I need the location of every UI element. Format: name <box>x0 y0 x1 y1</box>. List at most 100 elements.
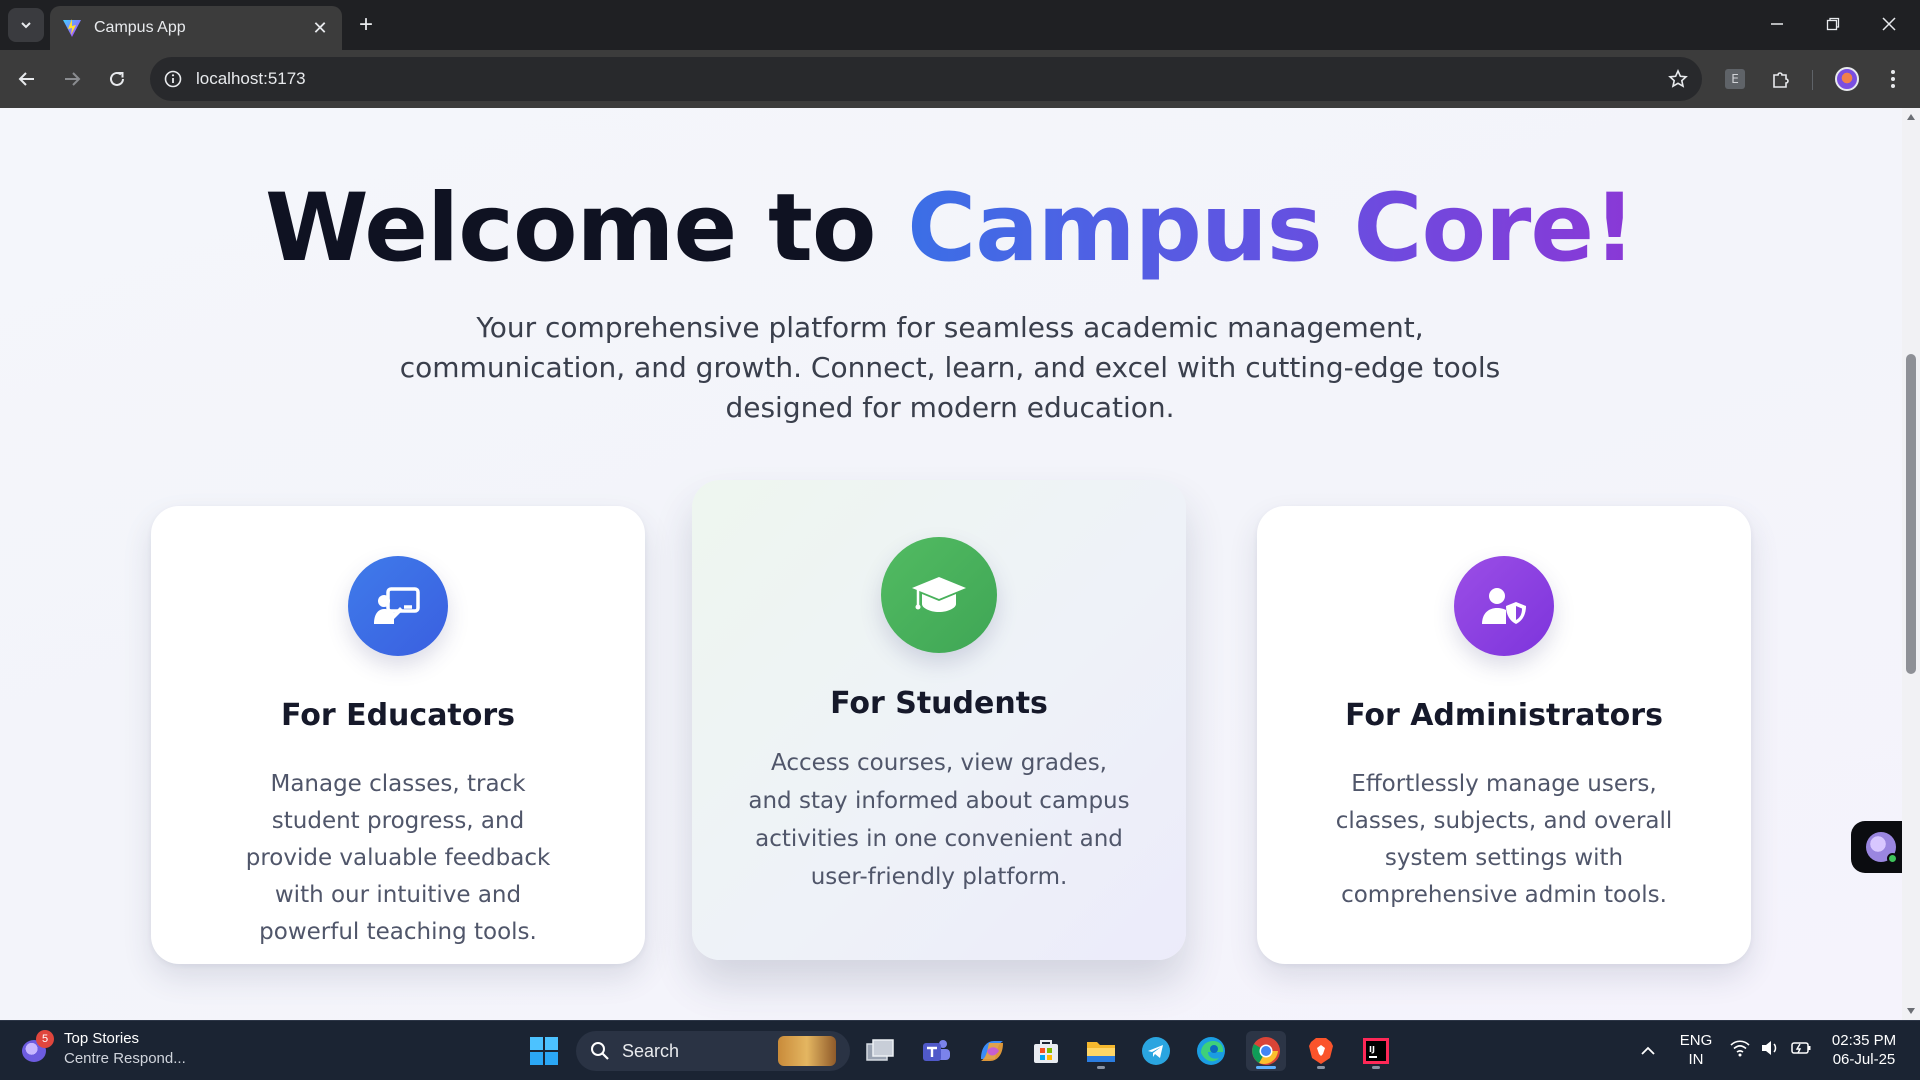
card-title: For Educators <box>280 698 516 733</box>
chrome-icon <box>1252 1037 1280 1065</box>
card-description: Access courses, view grades, and stay in… <box>748 750 1130 890</box>
vite-logo-icon <box>63 19 81 37</box>
administrators-card[interactable]: For Administrators Effortlessly manage u… <box>1257 506 1751 964</box>
card-title: For Administrators <box>1345 698 1663 733</box>
teams-button[interactable] <box>916 1031 956 1071</box>
telegram-button[interactable] <box>1136 1031 1176 1071</box>
restore-button[interactable] <box>1810 8 1856 40</box>
edge-icon <box>1197 1037 1225 1065</box>
news-text: Top Stories Centre Respond... <box>64 1029 186 1069</box>
arrow-right-icon <box>65 72 81 86</box>
svg-text:IJ: IJ <box>1369 1045 1375 1054</box>
start-button[interactable] <box>524 1031 564 1071</box>
address-bar[interactable]: localhost:5173 <box>150 57 1702 101</box>
page-subtitle: Your comprehensive platform for seamless… <box>399 311 1501 424</box>
puzzle-icon <box>1773 72 1789 88</box>
taskbar-search[interactable]: Search <box>576 1031 850 1071</box>
extension-e-button[interactable]: E <box>1718 62 1752 96</box>
task-view-icon <box>866 1039 894 1061</box>
browser-tab[interactable]: Campus App ✕ <box>50 6 342 50</box>
search-icon <box>591 1042 609 1060</box>
show-hidden-icons-button[interactable] <box>1628 1031 1668 1071</box>
extension-e-icon: E <box>1725 69 1745 89</box>
running-indicator <box>1372 1066 1380 1069</box>
close-window-button[interactable] <box>1866 8 1912 40</box>
news-title: Top Stories <box>64 1030 140 1047</box>
search-highlight-icon <box>778 1036 836 1066</box>
graduation-cap-icon <box>881 537 997 653</box>
card-title: For Students <box>830 686 1048 721</box>
user-shield-icon <box>1454 556 1554 656</box>
clock-date: 06-Jul-25 <box>1832 1051 1896 1068</box>
intellij-icon: IJ <box>1363 1038 1389 1064</box>
edge-button[interactable] <box>1191 1031 1231 1071</box>
news-count-badge: 5 <box>36 1030 54 1048</box>
active-indicator <box>1256 1066 1276 1069</box>
clock[interactable]: 02:35 PM 06-Jul-25 <box>1824 1031 1904 1069</box>
avatar <box>1835 67 1859 91</box>
url-text[interactable]: localhost:5173 <box>196 69 1668 89</box>
extensions-button[interactable] <box>1764 62 1798 96</box>
card-description: Effortlessly manage users, classes, subj… <box>1335 771 1673 908</box>
quick-settings[interactable] <box>1730 1039 1812 1057</box>
language-indicator[interactable]: ENG IN <box>1678 1031 1714 1069</box>
scroll-down-icon[interactable] <box>1906 1006 1916 1016</box>
task-view-button[interactable] <box>860 1031 900 1071</box>
card-description: Manage classes, track student progress, … <box>245 771 551 945</box>
windows-logo-icon <box>530 1037 558 1065</box>
scroll-up-icon[interactable] <box>1906 112 1916 122</box>
menu-button[interactable] <box>1876 62 1910 96</box>
store-icon <box>1034 1040 1058 1063</box>
microsoft-store-button[interactable] <box>1026 1031 1066 1071</box>
news-subtitle: Centre Respond... <box>64 1050 186 1067</box>
page-viewport: Welcome to Campus Core! Your comprehensi… <box>0 108 1920 1020</box>
page-scrollbar[interactable] <box>1902 108 1920 1020</box>
profile-button[interactable] <box>1830 62 1864 96</box>
forward-button[interactable] <box>55 62 89 96</box>
reload-button[interactable] <box>100 62 134 96</box>
chevron-up-icon <box>1641 1046 1655 1055</box>
battery-icon <box>1791 1042 1811 1054</box>
folder-icon <box>1087 1042 1115 1062</box>
file-explorer-button[interactable] <box>1081 1031 1121 1071</box>
telegram-icon <box>1142 1037 1170 1065</box>
back-button[interactable] <box>10 62 44 96</box>
copilot-button[interactable] <box>972 1031 1012 1071</box>
title-accent: Campus Core! <box>907 174 1636 283</box>
intellij-button[interactable]: IJ <box>1356 1031 1396 1071</box>
running-indicator <box>1317 1066 1325 1069</box>
assistant-avatar-icon <box>1866 832 1898 864</box>
minimize-button[interactable] <box>1754 8 1800 40</box>
browser-tab-bar: Campus App ✕ + <box>0 0 1920 50</box>
windows-taskbar: 5 Top Stories Centre Respond... Search I… <box>0 1020 1920 1080</box>
tab-title: Campus App <box>94 19 186 36</box>
copilot-icon <box>981 1041 1003 1061</box>
toolbar-divider <box>1812 70 1813 90</box>
minimize-icon <box>1771 23 1783 25</box>
brave-button[interactable] <box>1301 1031 1341 1071</box>
more-vert-icon <box>1891 70 1895 88</box>
title-main: Welcome to <box>264 174 908 283</box>
browser-toolbar: localhost:5173 E <box>0 50 1920 108</box>
news-widget[interactable]: 5 Top Stories Centre Respond... <box>20 1029 186 1069</box>
wifi-icon <box>1730 1040 1750 1057</box>
arrow-left-icon <box>18 72 34 86</box>
volume-icon <box>1762 1041 1777 1055</box>
chrome-button[interactable] <box>1246 1031 1286 1071</box>
new-tab-button[interactable]: + <box>352 12 380 40</box>
close-icon <box>1882 17 1896 31</box>
students-card[interactable]: For Students Access courses, view grades… <box>692 480 1186 960</box>
teacher-board-icon <box>348 556 448 656</box>
reload-icon <box>110 71 124 86</box>
restore-icon <box>1826 17 1840 31</box>
tab-search-button[interactable] <box>8 8 44 42</box>
language-code: ENG <box>1679 1032 1713 1049</box>
brave-icon <box>1309 1038 1333 1064</box>
bookmark-star-icon[interactable] <box>1668 69 1688 89</box>
chevron-down-icon <box>21 22 31 29</box>
scrollbar-thumb[interactable] <box>1906 354 1916 674</box>
tab-close-icon[interactable]: ✕ <box>310 18 330 39</box>
page-title: Welcome to Campus Core! <box>0 174 1900 283</box>
news-widget-icon: 5 <box>20 1030 54 1064</box>
educators-card[interactable]: For Educators Manage classes, track stud… <box>151 506 645 964</box>
